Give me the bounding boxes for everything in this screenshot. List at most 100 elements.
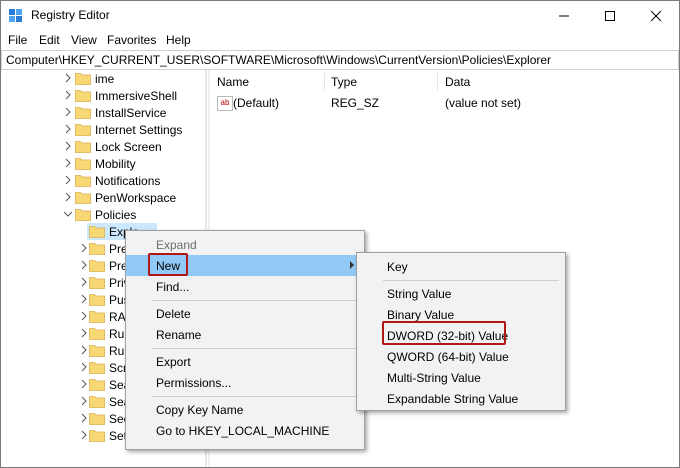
submenu-item-expandable-string-value[interactable]: Expandable String Value bbox=[357, 388, 565, 409]
registry-editor-window: Registry Editor File Edit View Favorites… bbox=[0, 0, 680, 468]
folder-icon bbox=[89, 277, 105, 289]
menu-item-goto-hklm[interactable]: Go to HKEY_LOCAL_MACHINE bbox=[126, 420, 364, 441]
chevron-right-icon[interactable] bbox=[79, 327, 89, 339]
close-icon bbox=[650, 10, 662, 22]
folder-icon bbox=[89, 430, 105, 442]
chevron-down-icon[interactable] bbox=[63, 208, 73, 220]
chevron-right-icon[interactable] bbox=[79, 310, 89, 322]
menu-file[interactable]: File bbox=[8, 33, 27, 47]
chevron-right-icon[interactable] bbox=[79, 276, 89, 288]
menu-item-permissions[interactable]: Permissions... bbox=[126, 372, 364, 393]
minimize-icon bbox=[559, 15, 569, 17]
chevron-right-icon[interactable] bbox=[79, 242, 89, 254]
folder-icon bbox=[89, 413, 105, 425]
chevron-right-icon[interactable] bbox=[63, 174, 73, 186]
tree-item-label: PenWorkspace bbox=[95, 191, 177, 205]
folder-icon bbox=[89, 311, 105, 323]
maximize-button[interactable] bbox=[587, 1, 633, 31]
menu-item-find[interactable]: Find... bbox=[126, 276, 364, 297]
menu-view[interactable]: View bbox=[71, 33, 97, 47]
column-header-name[interactable]: Name bbox=[217, 75, 249, 89]
menu-item-expand[interactable]: Expand bbox=[126, 234, 364, 255]
address-text: Computer\HKEY_CURRENT_USER\SOFTWARE\Micr… bbox=[6, 53, 552, 67]
chevron-right-icon[interactable] bbox=[79, 412, 89, 424]
folder-icon bbox=[89, 243, 105, 255]
column-header-type[interactable]: Type bbox=[331, 75, 357, 89]
value-name: (Default) bbox=[233, 96, 280, 110]
tree-item[interactable]: Policies bbox=[1, 206, 205, 223]
address-bar[interactable]: Computer\HKEY_CURRENT_USER\SOFTWARE\Micr… bbox=[1, 50, 679, 70]
chevron-right-icon[interactable] bbox=[63, 89, 73, 101]
value-type: REG_SZ bbox=[331, 96, 380, 110]
menu-favorites[interactable]: Favorites bbox=[107, 33, 156, 47]
tree-item-label: Notifications bbox=[95, 174, 161, 188]
value-row[interactable]: ab (Default) REG_SZ (value not set) bbox=[211, 94, 679, 112]
menu-separator bbox=[383, 280, 559, 281]
close-button[interactable] bbox=[633, 1, 679, 31]
tree-item[interactable]: Notifications bbox=[1, 172, 205, 189]
tree-item-label: Internet Settings bbox=[95, 123, 183, 137]
tree-item-label: Lock Screen bbox=[95, 140, 162, 154]
submenu-item-qword-value[interactable]: QWORD (64-bit) Value bbox=[357, 346, 565, 367]
submenu-item-key[interactable]: Key bbox=[357, 256, 565, 277]
menu-separator bbox=[152, 348, 358, 349]
folder-icon bbox=[75, 158, 91, 170]
folder-icon bbox=[75, 90, 91, 102]
tree-item[interactable]: Lock Screen bbox=[1, 138, 205, 155]
chevron-right-icon[interactable] bbox=[79, 378, 89, 390]
tree-item-label: InstallService bbox=[95, 106, 167, 120]
value-data: (value not set) bbox=[445, 96, 522, 110]
menu-help[interactable]: Help bbox=[166, 33, 191, 47]
submenu-item-string-value[interactable]: String Value bbox=[357, 283, 565, 304]
menu-separator bbox=[152, 300, 358, 301]
chevron-right-icon[interactable] bbox=[63, 140, 73, 152]
tree-item[interactable]: Internet Settings bbox=[1, 121, 205, 138]
dword-highlight-box bbox=[382, 321, 506, 345]
folder-icon bbox=[89, 328, 105, 340]
folder-icon bbox=[75, 73, 91, 85]
column-divider[interactable] bbox=[324, 73, 325, 90]
folder-icon bbox=[89, 345, 105, 357]
chevron-right-icon[interactable] bbox=[63, 191, 73, 203]
tree-item[interactable]: ime bbox=[1, 70, 205, 87]
chevron-right-icon[interactable] bbox=[79, 395, 89, 407]
tree-item[interactable]: PenWorkspace bbox=[1, 189, 205, 206]
tree-item[interactable]: Mobility bbox=[1, 155, 205, 172]
folder-icon bbox=[75, 124, 91, 136]
chevron-right-icon[interactable] bbox=[63, 106, 73, 118]
chevron-right-icon[interactable] bbox=[79, 344, 89, 356]
tree-item[interactable]: ImmersiveShell bbox=[1, 87, 205, 104]
folder-icon bbox=[89, 260, 105, 272]
folder-icon bbox=[75, 209, 91, 221]
registry-editor-icon bbox=[9, 9, 22, 22]
folder-icon bbox=[89, 226, 105, 238]
string-value-icon: ab bbox=[217, 96, 233, 111]
tree-item-label: ime bbox=[95, 72, 115, 86]
menu-edit[interactable]: Edit bbox=[39, 33, 60, 47]
menu-item-copy-key-name[interactable]: Copy Key Name bbox=[126, 399, 364, 420]
tree-item[interactable]: InstallService bbox=[1, 104, 205, 121]
chevron-right-icon[interactable] bbox=[63, 72, 73, 84]
menu-item-rename[interactable]: Rename bbox=[126, 324, 364, 345]
tree-item-label: Mobility bbox=[95, 157, 136, 171]
chevron-right-icon[interactable] bbox=[79, 429, 89, 441]
menu-item-export[interactable]: Export bbox=[126, 351, 364, 372]
column-divider[interactable] bbox=[437, 73, 438, 90]
chevron-right-icon[interactable] bbox=[63, 123, 73, 135]
folder-icon bbox=[89, 396, 105, 408]
submenu-item-multi-string-value[interactable]: Multi-String Value bbox=[357, 367, 565, 388]
chevron-right-icon[interactable] bbox=[79, 259, 89, 271]
column-header-data[interactable]: Data bbox=[445, 75, 470, 89]
tree-item-label: ImmersiveShell bbox=[95, 89, 178, 103]
tree-item-label: Policies bbox=[95, 208, 137, 222]
chevron-right-icon[interactable] bbox=[79, 361, 89, 373]
minimize-button[interactable] bbox=[541, 1, 587, 31]
menu-separator bbox=[152, 396, 358, 397]
chevron-right-icon[interactable] bbox=[79, 293, 89, 305]
menu-bar: File Edit View Favorites Help bbox=[1, 31, 679, 49]
chevron-right-icon[interactable] bbox=[63, 157, 73, 169]
window-title: Registry Editor bbox=[31, 8, 110, 22]
new-highlight-box bbox=[148, 253, 188, 276]
submenu-arrow-icon bbox=[350, 261, 354, 269]
menu-item-delete[interactable]: Delete bbox=[126, 303, 364, 324]
